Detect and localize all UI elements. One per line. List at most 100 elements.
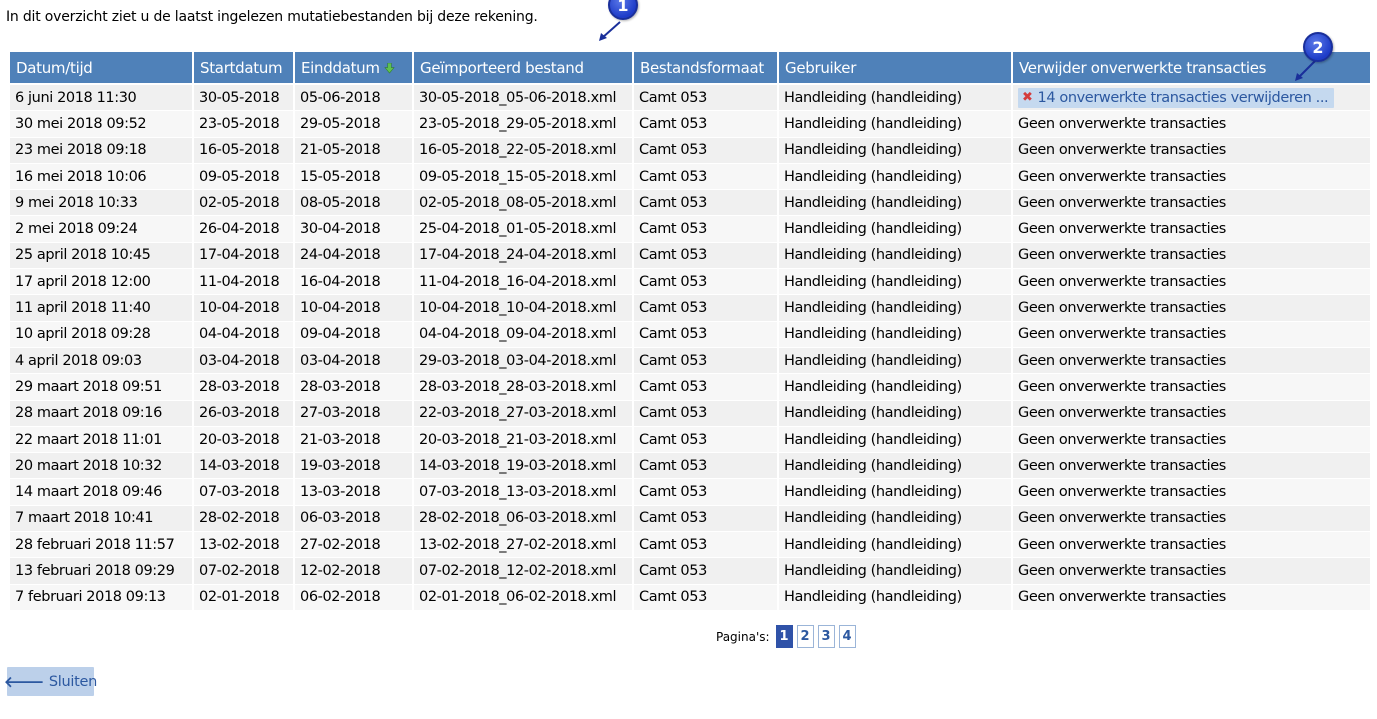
cell-verwijder: Geen onverwerkte transacties: [1013, 505, 1370, 533]
intro-text: In dit overzicht ziet u de laatst ingele…: [6, 9, 538, 25]
header-label: Verwijder onverwerkte transacties: [1019, 58, 1267, 77]
cell-bestandsformaat: Camt 053: [634, 479, 777, 506]
cell-startdatum: 04-04-2018: [194, 321, 293, 348]
cell-startdatum: 20-03-2018: [194, 426, 293, 454]
table-body: 6 juni 2018 11:30 30-05-2018 05-06-2018 30-…: [10, 85, 1370, 611]
cell-datum-tijd: 29 maart 2018 09:51: [10, 374, 192, 401]
table-row: 28 februari 2018 11:57 13-02-2018 27-02-20…: [10, 532, 1370, 559]
page-link-1[interactable]: 1: [775, 625, 793, 648]
cell-verwijder: Geen onverwerkte transacties: [1013, 453, 1370, 480]
header-gebruiker[interactable]: Gebruiker: [779, 52, 1011, 85]
cell-bestandsformaat: Camt 053: [634, 242, 777, 270]
table-row: 11 april 2018 11:40 10-04-2018 10-04-2018 1…: [10, 295, 1370, 322]
cell-startdatum: 02-05-2018: [194, 190, 293, 217]
table-row: 25 april 2018 10:45 17-04-2018 24-04-2018 1…: [10, 242, 1370, 270]
cell-datum-tijd: 13 februari 2018 09:29: [10, 558, 192, 585]
cell-geimporteerd-bestand: 28-02-2018_06-03-2018.xml: [414, 505, 632, 533]
cell-einddatum: 12-02-2018: [295, 558, 412, 585]
cell-startdatum: 09-05-2018: [194, 163, 293, 191]
cell-datum-tijd: 25 april 2018 10:45: [10, 242, 192, 270]
cell-einddatum: 21-05-2018: [295, 137, 412, 164]
cell-einddatum: 10-04-2018: [295, 295, 412, 322]
cell-geimporteerd-bestand: 10-04-2018_10-04-2018.xml: [414, 295, 632, 322]
table-row: 14 maart 2018 09:46 07-03-2018 13-03-2018 0…: [10, 479, 1370, 506]
cell-verwijder: Geen onverwerkte transacties: [1013, 321, 1370, 348]
cell-verwijder: Geen onverwerkte transacties: [1013, 190, 1370, 217]
close-button[interactable]: 🡐 Sluiten: [3, 667, 97, 696]
cell-datum-tijd: 10 april 2018 09:28: [10, 321, 192, 348]
header-datum-tijd[interactable]: Datum/tijd: [10, 52, 192, 85]
table-row: 20 maart 2018 10:32 14-03-2018 19-03-2018 1…: [10, 453, 1370, 480]
cell-bestandsformaat: Camt 053: [634, 137, 777, 164]
header-bestandsformaat[interactable]: Bestandsformaat: [634, 52, 777, 85]
cell-verwijder: ✖ 14 onverwerkte transacties verwijderen …: [1013, 85, 1370, 112]
cell-bestandsformaat: Camt 053: [634, 269, 777, 296]
cell-datum-tijd: 14 maart 2018 09:46: [10, 479, 192, 506]
arrow-left-icon: 🡐: [3, 673, 44, 691]
cell-gebruiker: Handleiding (handleiding): [779, 321, 1011, 348]
page-link-2[interactable]: 2: [796, 625, 814, 648]
cell-bestandsformaat: Camt 053: [634, 190, 777, 217]
cell-gebruiker: Handleiding (handleiding): [779, 85, 1011, 112]
cell-geimporteerd-bestand: 25-04-2018_01-05-2018.xml: [414, 216, 632, 243]
cell-einddatum: 08-05-2018: [295, 190, 412, 217]
cell-bestandsformaat: Camt 053: [634, 216, 777, 243]
cell-startdatum: 03-04-2018: [194, 347, 293, 375]
table-row: 4 april 2018 09:03 03-04-2018 03-04-2018 29…: [10, 347, 1370, 375]
table-row: 7 februari 2018 09:13 02-01-2018 06-02-201…: [10, 584, 1370, 611]
header-startdatum[interactable]: Startdatum: [194, 52, 293, 85]
page-link-3[interactable]: 3: [817, 625, 835, 648]
cell-einddatum: 16-04-2018: [295, 269, 412, 296]
cell-gebruiker: Handleiding (handleiding): [779, 190, 1011, 217]
table-row: 6 juni 2018 11:30 30-05-2018 05-06-2018 30-…: [10, 85, 1370, 112]
delete-unprocessed-transactions-button[interactable]: ✖ 14 onverwerkte transacties verwijderen …: [1018, 87, 1335, 108]
table-row: 30 mei 2018 09:52 23-05-2018 29-05-2018 23-…: [10, 111, 1370, 138]
cell-einddatum: 27-02-2018: [295, 532, 412, 559]
cell-geimporteerd-bestand: 28-03-2018_28-03-2018.xml: [414, 374, 632, 401]
cell-datum-tijd: 23 mei 2018 09:18: [10, 137, 192, 164]
cell-bestandsformaat: Camt 053: [634, 426, 777, 454]
cell-startdatum: 16-05-2018: [194, 137, 293, 164]
cell-geimporteerd-bestand: 22-03-2018_27-03-2018.xml: [414, 400, 632, 427]
cell-datum-tijd: 28 februari 2018 11:57: [10, 532, 192, 559]
cell-startdatum: 28-03-2018: [194, 374, 293, 401]
cell-bestandsformaat: Camt 053: [634, 85, 777, 112]
cell-bestandsformaat: Camt 053: [634, 453, 777, 480]
cell-startdatum: 13-02-2018: [194, 532, 293, 559]
table-row: 13 februari 2018 09:29 07-02-2018 12-02-20…: [10, 558, 1370, 585]
cell-verwijder: Geen onverwerkte transacties: [1013, 558, 1370, 585]
cell-geimporteerd-bestand: 17-04-2018_24-04-2018.xml: [414, 242, 632, 270]
cell-bestandsformaat: Camt 053: [634, 400, 777, 427]
cell-gebruiker: Handleiding (handleiding): [779, 426, 1011, 454]
cell-bestandsformaat: Camt 053: [634, 347, 777, 375]
cell-verwijder: Geen onverwerkte transacties: [1013, 269, 1370, 296]
cell-einddatum: 28-03-2018: [295, 374, 412, 401]
table-row: 10 april 2018 09:28 04-04-2018 09-04-2018 0…: [10, 321, 1370, 348]
table-header-row: Datum/tijd Startdatum Einddatum Geïmport…: [10, 52, 1370, 85]
cell-gebruiker: Handleiding (handleiding): [779, 532, 1011, 559]
cell-startdatum: 07-02-2018: [194, 558, 293, 585]
cell-gebruiker: Handleiding (handleiding): [779, 216, 1011, 243]
cell-startdatum: 11-04-2018: [194, 269, 293, 296]
cell-datum-tijd: 2 mei 2018 09:24: [10, 216, 192, 243]
cell-startdatum: 30-05-2018: [194, 85, 293, 112]
cell-startdatum: 26-04-2018: [194, 216, 293, 243]
header-geimporteerd-bestand[interactable]: Geïmporteerd bestand: [414, 52, 632, 85]
cell-startdatum: 17-04-2018: [194, 242, 293, 270]
cell-datum-tijd: 28 maart 2018 09:16: [10, 400, 192, 427]
cell-verwijder: Geen onverwerkte transacties: [1013, 216, 1370, 243]
callout-marker-2: 2: [1303, 32, 1333, 62]
cell-gebruiker: Handleiding (handleiding): [779, 163, 1011, 191]
cell-gebruiker: Handleiding (handleiding): [779, 111, 1011, 138]
cell-verwijder: Geen onverwerkte transacties: [1013, 163, 1370, 191]
cell-gebruiker: Handleiding (handleiding): [779, 505, 1011, 533]
header-label: Einddatum: [301, 58, 380, 77]
cell-geimporteerd-bestand: 02-05-2018_08-05-2018.xml: [414, 190, 632, 217]
page-link-4[interactable]: 4: [838, 625, 856, 648]
cell-gebruiker: Handleiding (handleiding): [779, 242, 1011, 270]
cell-startdatum: 14-03-2018: [194, 453, 293, 480]
cell-geimporteerd-bestand: 09-05-2018_15-05-2018.xml: [414, 163, 632, 191]
header-einddatum[interactable]: Einddatum: [295, 52, 412, 85]
cell-geimporteerd-bestand: 29-03-2018_03-04-2018.xml: [414, 347, 632, 375]
cell-geimporteerd-bestand: 20-03-2018_21-03-2018.xml: [414, 426, 632, 454]
